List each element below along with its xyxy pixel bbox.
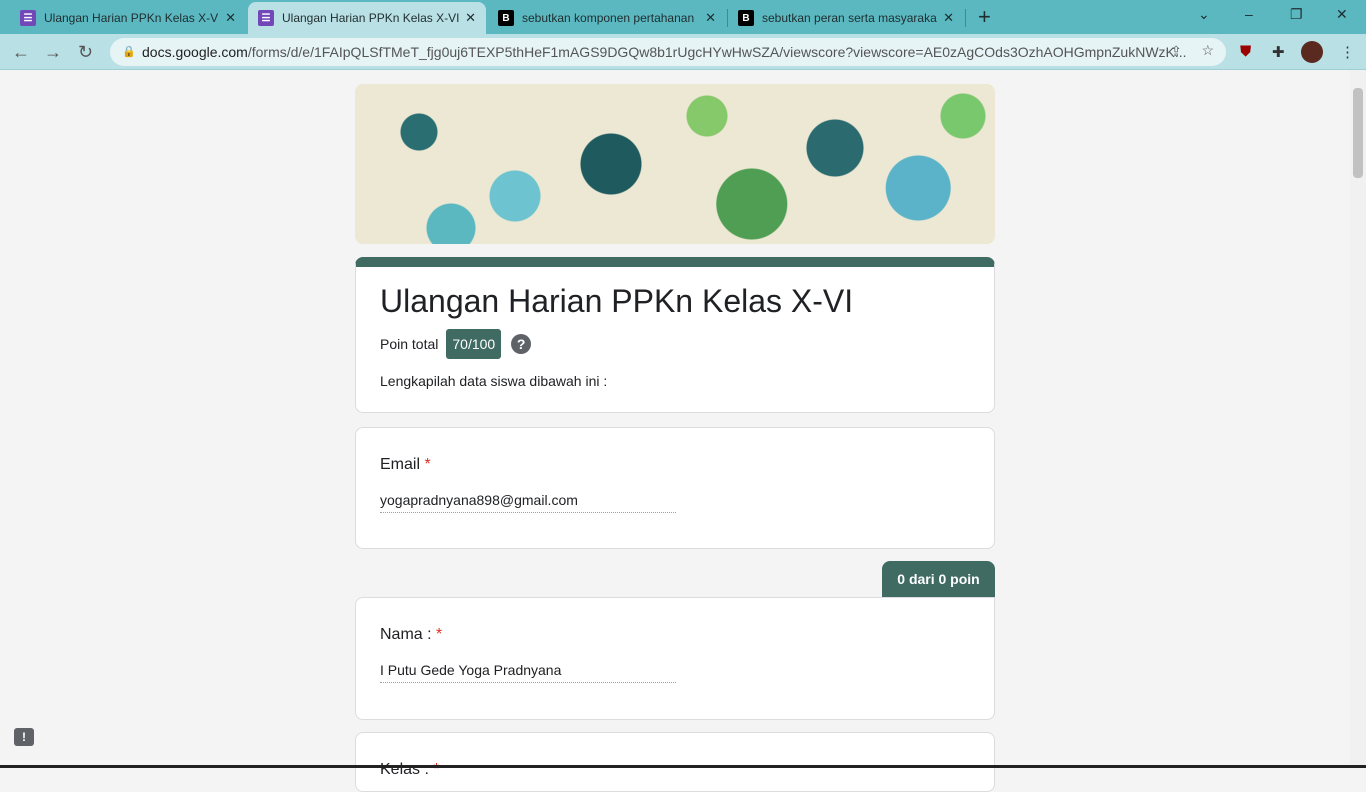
lock-icon: 🔒 — [122, 46, 136, 58]
total-points: Poin total 70/100 ? — [380, 329, 532, 359]
ublock-icon[interactable]: ⛊ — [1240, 43, 1251, 60]
tab-forms-1[interactable]: ☰ Ulangan Harian PPKn Kelas X-VI ✕ — [10, 2, 246, 34]
required-mark: * — [424, 456, 431, 473]
form-header-card: Ulangan Harian PPKn Kelas X-VI Poin tota… — [355, 257, 995, 413]
scrollbar-thumb[interactable] — [1353, 88, 1363, 178]
close-tab-icon[interactable]: ✕ — [225, 10, 236, 26]
tab-strip: ☰ Ulangan Harian PPKn Kelas X-VI ✕ ☰ Ula… — [0, 0, 1366, 34]
question-name: Nama : * I Putu Gede Yoga Pradnyana — [355, 597, 995, 720]
form-description: Lengkapilah data siswa dibawah ini : — [380, 373, 608, 389]
brainly-icon: B — [498, 10, 514, 26]
report-problem-icon[interactable]: ! — [14, 728, 34, 746]
address-bar[interactable]: 🔒 docs.google.com/forms/d/e/1FAIpQLSfTMe… — [110, 38, 1226, 66]
question-class: Kelas : * — [355, 732, 995, 792]
tab-title: sebutkan peran serta masyarakat — [762, 11, 938, 25]
form-title: Ulangan Harian PPKn Kelas X-VI — [380, 283, 854, 319]
question-label: Kelas : * — [380, 761, 440, 778]
google-forms-icon: ☰ — [258, 10, 274, 26]
back-icon[interactable]: ← — [12, 42, 30, 63]
form-header-image — [355, 84, 995, 244]
name-answer: I Putu Gede Yoga Pradnyana — [380, 662, 676, 683]
profile-avatar[interactable] — [1301, 41, 1323, 63]
restore-button[interactable]: ❐ — [1290, 6, 1303, 23]
question-points-badge: 0 dari 0 poin — [882, 561, 995, 597]
tab-forms-2[interactable]: ☰ Ulangan Harian PPKn Kelas X-VI ✕ — [248, 2, 486, 34]
reload-icon[interactable]: ↻ — [78, 42, 93, 63]
google-forms-icon: ☰ — [20, 10, 36, 26]
tab-title: Ulangan Harian PPKn Kelas X-VI — [44, 11, 220, 25]
tab-search-icon[interactable]: ⌄ — [1198, 6, 1210, 23]
close-tab-icon[interactable]: ✕ — [465, 10, 476, 26]
tab-brainly-2[interactable]: B sebutkan peran serta masyarakat ✕ — [728, 2, 964, 34]
help-icon[interactable]: ? — [511, 334, 532, 354]
required-mark: * — [433, 761, 440, 778]
tab-separator — [965, 9, 966, 27]
question-email: Email * yogapradnyana898@gmail.com — [355, 427, 995, 549]
close-tab-icon[interactable]: ✕ — [943, 10, 954, 26]
extensions-icon[interactable]: ✚ — [1272, 43, 1285, 61]
question-label: Nama : * — [380, 626, 443, 643]
bookmark-star-icon[interactable]: ☆ — [1201, 42, 1214, 59]
tab-brainly-1[interactable]: B sebutkan komponen pertahanan ✕ — [488, 2, 726, 34]
tab-title: Ulangan Harian PPKn Kelas X-VI — [282, 11, 460, 25]
email-answer: yogapradnyana898@gmail.com — [380, 492, 676, 513]
close-window-button[interactable]: ✕ — [1336, 6, 1348, 23]
brainly-icon: B — [738, 10, 754, 26]
scrollbar[interactable] — [1350, 70, 1366, 768]
browser-toolbar: ← → ↻ 🔒 docs.google.com/forms/d/e/1FAIpQ… — [0, 34, 1366, 70]
url-host: docs.google.com — [142, 44, 248, 60]
share-icon[interactable]: ⇪ — [1170, 43, 1182, 60]
points-label: Poin total — [380, 336, 439, 352]
required-mark: * — [436, 626, 443, 643]
menu-icon[interactable]: ⋮ — [1340, 43, 1355, 61]
tab-title: sebutkan komponen pertahanan — [522, 11, 695, 25]
url-path: /forms/d/e/1FAIpQLSfTMeT_fjg0uj6TEXP5thH… — [247, 44, 1187, 60]
close-tab-icon[interactable]: ✕ — [705, 10, 716, 26]
question-label: Email * — [380, 456, 431, 473]
page-content: Ulangan Harian PPKn Kelas X-VI Poin tota… — [0, 70, 1350, 792]
new-tab-button[interactable]: + — [978, 4, 991, 30]
forward-icon[interactable]: → — [44, 42, 62, 63]
score-badge: 70/100 — [446, 329, 502, 359]
minimize-button[interactable]: – — [1245, 6, 1253, 22]
